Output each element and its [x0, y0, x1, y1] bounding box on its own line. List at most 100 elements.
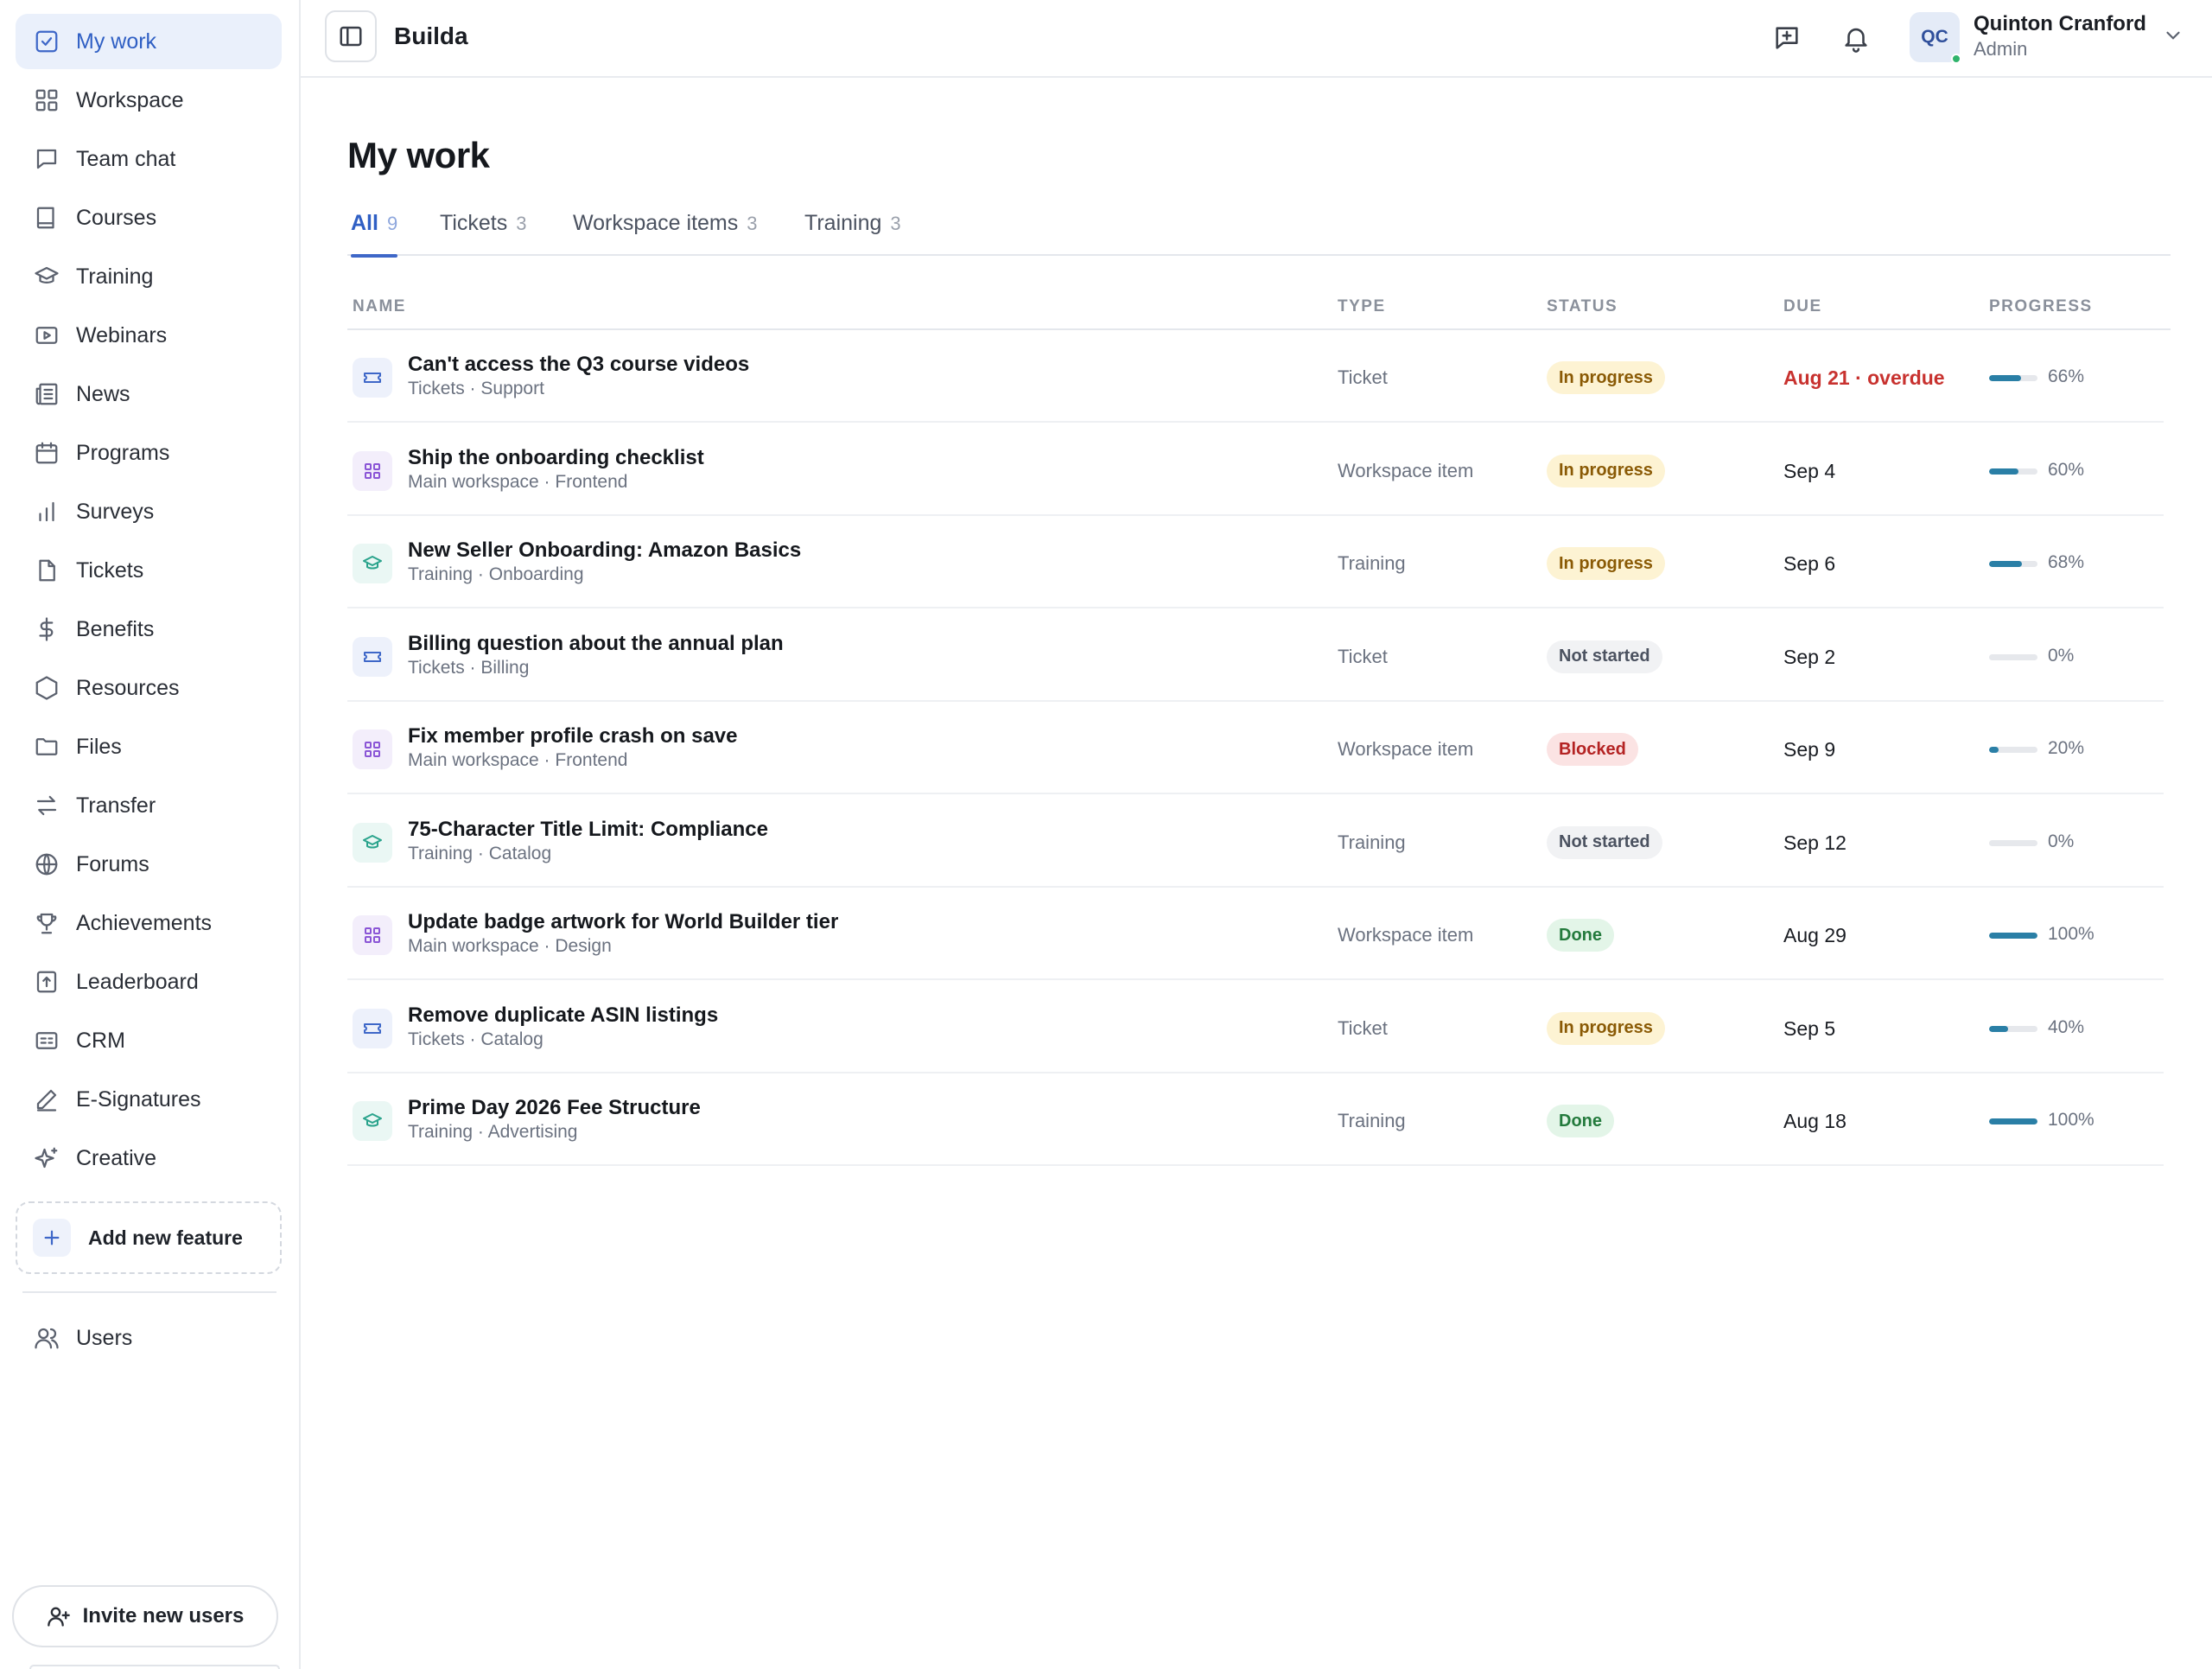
row-due-date: Sep 4: [1783, 459, 1836, 482]
plus-icon: [33, 1219, 71, 1257]
row-due-date: Aug 21 · overdue: [1783, 366, 1945, 389]
sidebar-item-achievements[interactable]: Achievements: [16, 895, 282, 951]
leaderboard-icon: [33, 968, 60, 996]
row-subtitle: Main workspace · Design: [408, 936, 612, 956]
ticket-icon: [353, 1008, 392, 1048]
sidebar-item-e-signatures[interactable]: E-Signatures: [16, 1072, 282, 1127]
table-row[interactable]: 75-Character Title Limit: Compliance Trai…: [347, 797, 2164, 888]
row-name[interactable]: Remove duplicate ASIN listings: [408, 1003, 718, 1028]
sidebar-item-crm[interactable]: CRM: [16, 1013, 282, 1068]
sidebar-item-training[interactable]: Training: [16, 249, 282, 304]
sidebar-item-transfer[interactable]: Transfer: [16, 778, 282, 833]
chevron-down-icon: [2166, 31, 2180, 40]
notifications-button[interactable]: [1835, 17, 1877, 59]
sidebar-item-team-chat[interactable]: Team chat: [16, 131, 282, 187]
sidebar-item-users[interactable]: Users: [16, 1310, 282, 1366]
progress-bar: [1989, 375, 2037, 381]
tab-training[interactable]: Training 3: [804, 211, 901, 256]
status-badge: In progress: [1547, 454, 1665, 487]
progress-percent: 100%: [2048, 924, 2094, 944]
row-type: Training: [1338, 1110, 1406, 1131]
table-row[interactable]: Update badge artwork for World Builder t…: [347, 889, 2164, 980]
progress-fill: [1989, 747, 1999, 753]
folder-icon: [33, 733, 60, 761]
status-badge: In progress: [1547, 361, 1665, 394]
play-icon: [33, 322, 60, 349]
row-subtitle: Training · Advertising: [408, 1122, 578, 1142]
sidebar-item-forums[interactable]: Forums: [16, 837, 282, 892]
user-menu-button[interactable]: [2162, 24, 2188, 50]
sidebar-item-benefits[interactable]: Benefits: [16, 602, 282, 657]
sidebar-item-news[interactable]: News: [16, 366, 282, 422]
table-header: NAME TYPE STATUS DUE PROGRESS: [347, 292, 2171, 330]
sidebar-item-files[interactable]: Files: [16, 719, 282, 774]
avatar[interactable]: QC: [1910, 12, 1961, 64]
progress-percent: 66%: [2048, 366, 2085, 386]
row-due-date: Sep 5: [1783, 1016, 1836, 1040]
table-row[interactable]: Remove duplicate ASIN listings Tickets · …: [347, 983, 2164, 1073]
table-row[interactable]: Fix member profile crash on save Main wor…: [347, 704, 2164, 794]
sidebar-item-courses[interactable]: Courses: [16, 190, 282, 245]
sidebar-item-leaderboard[interactable]: Leaderboard: [16, 954, 282, 1010]
top-bar: Builda QC Quinton Cranford Admin: [301, 0, 2212, 78]
row-name[interactable]: New Seller Onboarding: Amazon Basics: [408, 538, 801, 563]
tab-all[interactable]: All 9: [351, 211, 398, 258]
table-row[interactable]: Billing question about the annual plan Ti…: [347, 611, 2164, 702]
checkbox-icon: [33, 28, 60, 55]
sidebar-item-my-work[interactable]: My work: [16, 14, 282, 69]
sidebar-item-label: Surveys: [76, 499, 155, 524]
row-subtitle: Main workspace · Frontend: [408, 750, 628, 770]
column-header-type: TYPE: [1338, 297, 1386, 315]
sidebar-item-programs[interactable]: Programs: [16, 425, 282, 481]
sidebar-nav: My work Workspace Team chat Courses Trai…: [16, 14, 282, 1189]
tabs: All 9 Tickets 3 Workspace items 3 Training 3: [347, 204, 2171, 258]
progress-percent: 68%: [2048, 552, 2085, 572]
tab-count: 9: [386, 213, 398, 234]
progress-fill: [1989, 1118, 2037, 1124]
row-name[interactable]: Can't access the Q3 course videos: [408, 353, 749, 377]
row-name[interactable]: Update badge artwork for World Builder t…: [408, 910, 838, 934]
sidebar-item-webinars[interactable]: Webinars: [16, 308, 282, 363]
column-header-name: NAME: [353, 297, 406, 315]
sidebar-item-creative[interactable]: Creative: [16, 1131, 282, 1186]
table-row[interactable]: Can't access the Q3 course videos Tickets…: [347, 332, 2164, 423]
invite-new-users-button[interactable]: Invite new users: [12, 1585, 278, 1647]
progress-bar: [1989, 468, 2037, 475]
ticket-icon: [353, 358, 392, 398]
sidebar-item-surveys[interactable]: Surveys: [16, 484, 282, 539]
row-type: Ticket: [1338, 645, 1388, 667]
table-row[interactable]: New Seller Onboarding: Amazon Basics Trai…: [347, 518, 2164, 608]
table-row[interactable]: Prime Day 2026 Fee Structure Training · A…: [347, 1075, 2164, 1166]
add-new-feature-button[interactable]: Add new feature: [16, 1201, 282, 1274]
status-badge: In progress: [1547, 1011, 1665, 1045]
column-header-progress: PROGRESS: [1989, 297, 2093, 315]
graduation-cap-icon: [353, 544, 392, 583]
sidebar-item-workspace[interactable]: Workspace: [16, 73, 282, 128]
row-name[interactable]: Fix member profile crash on save: [408, 724, 737, 749]
sidebar-item-label: Team chat: [76, 146, 176, 171]
row-type: Workspace item: [1338, 924, 1474, 946]
tab-count: 3: [890, 213, 901, 234]
row-name[interactable]: Ship the onboarding checklist: [408, 446, 704, 470]
book-icon: [33, 204, 60, 232]
invite-new-users-label: Invite new users: [82, 1604, 245, 1628]
add-new-feature-label: Add new feature: [88, 1226, 243, 1249]
sidebar-item-label: Achievements: [76, 910, 213, 935]
feedback-button[interactable]: [1766, 17, 1808, 59]
tab-label: Tickets: [440, 211, 508, 235]
progress-percent: 100%: [2048, 1110, 2094, 1130]
row-name[interactable]: 75-Character Title Limit: Compliance: [408, 818, 768, 842]
tab-label: Training: [804, 211, 882, 235]
sidebar-item-resources[interactable]: Resources: [16, 660, 282, 716]
sidebar-toggle-button[interactable]: [325, 10, 377, 62]
sidebar-item-tickets[interactable]: Tickets: [16, 543, 282, 598]
progress-percent: 20%: [2048, 738, 2085, 758]
table-row[interactable]: Ship the onboarding checklist Main worksp…: [347, 425, 2164, 516]
users-icon: [33, 1324, 60, 1352]
row-name[interactable]: Prime Day 2026 Fee Structure: [408, 1096, 701, 1120]
row-type: Ticket: [1338, 366, 1388, 388]
hexagon-icon: [33, 674, 60, 702]
tab-tickets[interactable]: Tickets 3: [440, 211, 527, 256]
tab-workspace-items[interactable]: Workspace items 3: [573, 211, 758, 256]
row-name[interactable]: Billing question about the annual plan: [408, 632, 784, 656]
